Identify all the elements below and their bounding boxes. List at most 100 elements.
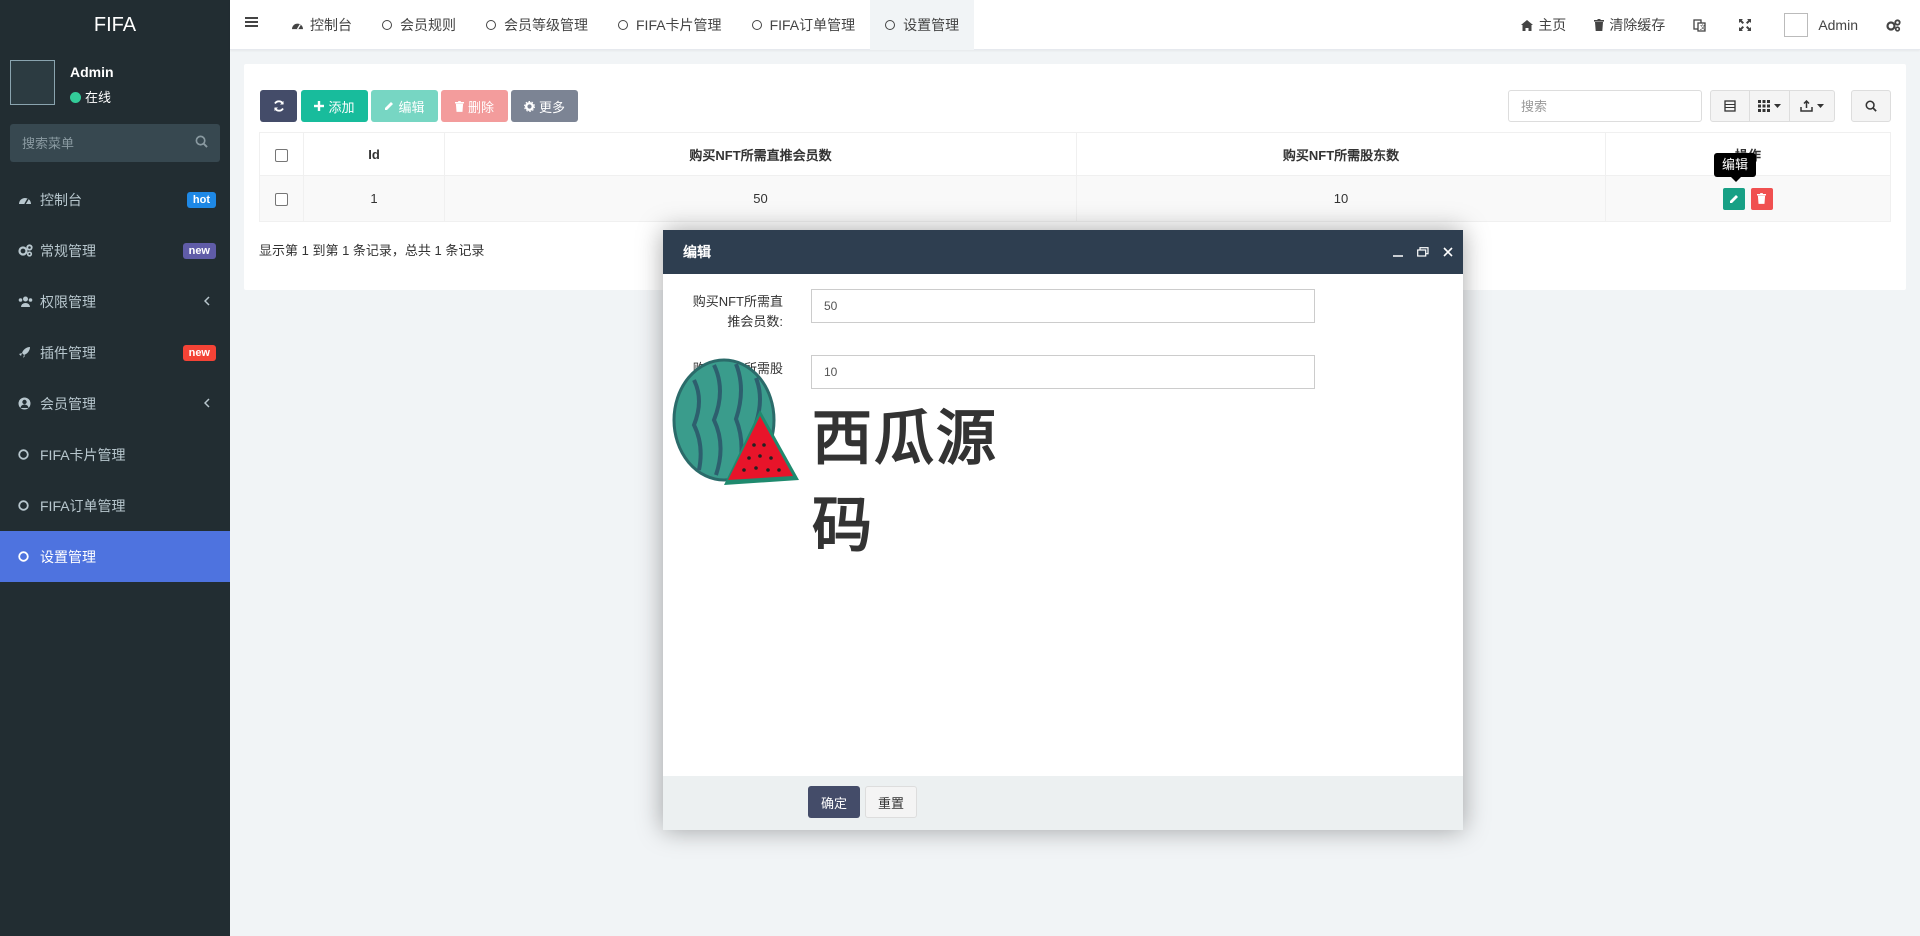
search-toggle-button[interactable] [1851,90,1891,122]
menu-toggle-icon[interactable] [245,16,259,31]
modal-title: 编辑 [683,244,711,260]
column-header[interactable]: 购买NFT所需直推会员数 [444,132,1077,176]
more-button[interactable]: 更多 [511,90,578,122]
sidebar-item-fifa-orders[interactable]: FIFA订单管理 [0,480,230,531]
watermelon-logo-icon [672,358,799,485]
grid-icon [1758,100,1770,112]
sidebar-item-general[interactable]: 常规管理 new [0,225,230,276]
circle-icon [885,20,896,30]
sidebar-item-fifa-cards[interactable]: FIFA卡片管理 [0,429,230,480]
cell-shareholders: 10 [1076,175,1606,222]
field-direct-members-label: 购买NFT所需直 推会员数: [673,292,783,332]
columns-dropdown-button[interactable] [1749,90,1790,122]
edit-modal: 编辑 购买NFT所需直 推会员数: 购买NFT所需股 确定 重置 [663,230,1463,830]
cogs-icon [18,244,40,257]
pencil-icon [384,101,394,111]
pencil-icon [1729,194,1739,204]
close-icon[interactable] [1443,247,1453,257]
tab-label: 会员规则 [400,17,456,33]
add-label: 添加 [328,99,355,115]
table-header-row: Id 购买NFT所需直推会员数 购买NFT所需股东数 操作 [259,132,1891,176]
maximize-icon[interactable] [1417,247,1429,257]
sidebar-item-members[interactable]: 会员管理 [0,378,230,429]
modal-controls [1393,230,1453,274]
row-actions [1605,175,1891,222]
group-icon [18,296,40,308]
tab-member-rules[interactable]: 会员规则 [367,0,471,50]
select-all-checkbox[interactable] [275,148,288,162]
tab-label: 控制台 [310,17,352,33]
table-row: 1 50 10 [259,175,1891,222]
dashboard-icon [18,194,40,206]
more-label: 更多 [538,99,565,115]
sidebar-item-permissions[interactable]: 权限管理 [0,276,230,327]
table-icon [1724,100,1736,112]
row-delete-button[interactable] [1750,187,1773,210]
column-header[interactable]: Id [303,132,445,176]
confirm-button[interactable]: 确定 [808,786,860,818]
sidebar-item-label: 常规管理 [40,242,96,259]
clear-cache-button[interactable]: 清除缓存 [1580,0,1679,50]
user-menu[interactable]: Admin [1770,0,1872,50]
top-navbar: 控制台 会员规则 会员等级管理 FIFA卡片管理 FIFA订单管理 设置管理 主… [230,0,1920,50]
watermark: 西瓜源码 [664,350,1044,561]
online-status: 在线 [70,87,111,106]
edit-button[interactable]: 编辑 [371,90,438,122]
gear-icon [523,100,535,112]
row-checkbox[interactable] [275,193,288,207]
reset-button[interactable]: 重置 [865,786,917,818]
minimize-icon[interactable] [1393,247,1403,257]
sidebar-item-dashboard[interactable]: 控制台 hot [0,174,230,225]
fullscreen-icon[interactable] [1725,0,1770,50]
chevron-left-icon [203,293,210,309]
tab-fifa-cards[interactable]: FIFA卡片管理 [603,0,737,50]
new-badge: new [182,345,216,361]
column-header[interactable]: 购买NFT所需股东数 [1076,132,1606,176]
svg-text:文: 文 [1700,23,1706,31]
circle-icon [751,20,762,30]
circle-icon [18,449,40,460]
language-icon[interactable]: 文 [1679,0,1725,50]
caret-down-icon [1774,104,1781,108]
direct-members-input[interactable] [811,289,1315,323]
field-label-line: 推会员数: [727,314,783,329]
row-edit-button[interactable] [1723,187,1746,210]
toggle-view-button[interactable] [1710,90,1750,122]
clear-cache-label: 清除缓存 [1609,17,1666,33]
circle-icon [618,20,628,30]
tab-label: FIFA订单管理 [769,17,856,33]
chevron-left-icon [203,395,210,411]
sidebar: FIFA Admin 在线 控制台 hot 常规管理 new 权限管理 插件管理 [0,0,230,936]
tab-fifa-orders[interactable]: FIFA订单管理 [737,0,871,50]
cell-direct-members: 50 [444,175,1077,222]
hot-badge: hot [186,192,216,208]
plus-icon [314,101,325,111]
home-link[interactable]: 主页 [1507,0,1580,50]
circle-icon [382,20,392,30]
tab-label: 会员等级管理 [504,17,588,33]
tab-settings[interactable]: 设置管理 [870,0,975,50]
export-dropdown-button[interactable] [1789,90,1835,122]
sidebar-item-label: FIFA订单管理 [40,497,126,514]
table-search-input[interactable] [1508,90,1702,122]
sidebar-item-settings[interactable]: 设置管理 [0,531,230,582]
settings-cogs-icon[interactable] [1872,0,1920,50]
avatar [1784,13,1809,37]
refresh-icon [273,100,285,112]
delete-button[interactable]: 删除 [441,90,508,122]
sidebar-item-plugins[interactable]: 插件管理 new [0,327,230,378]
search-icon[interactable] [195,135,208,151]
user-circle-icon [18,397,40,410]
trash-icon [1757,193,1767,204]
tab-dashboard[interactable]: 控制台 [276,0,367,50]
caret-down-icon [1817,104,1824,108]
home-icon [1521,19,1538,31]
menu-search-input[interactable] [10,124,220,162]
app-logo[interactable]: FIFA [0,0,230,50]
modal-footer: 确定 重置 [663,776,1463,830]
tab-member-levels[interactable]: 会员等级管理 [471,0,603,50]
add-button[interactable]: 添加 [301,90,368,122]
menu-search [10,124,220,162]
refresh-button[interactable] [260,90,297,122]
tab-label: FIFA卡片管理 [636,17,722,33]
